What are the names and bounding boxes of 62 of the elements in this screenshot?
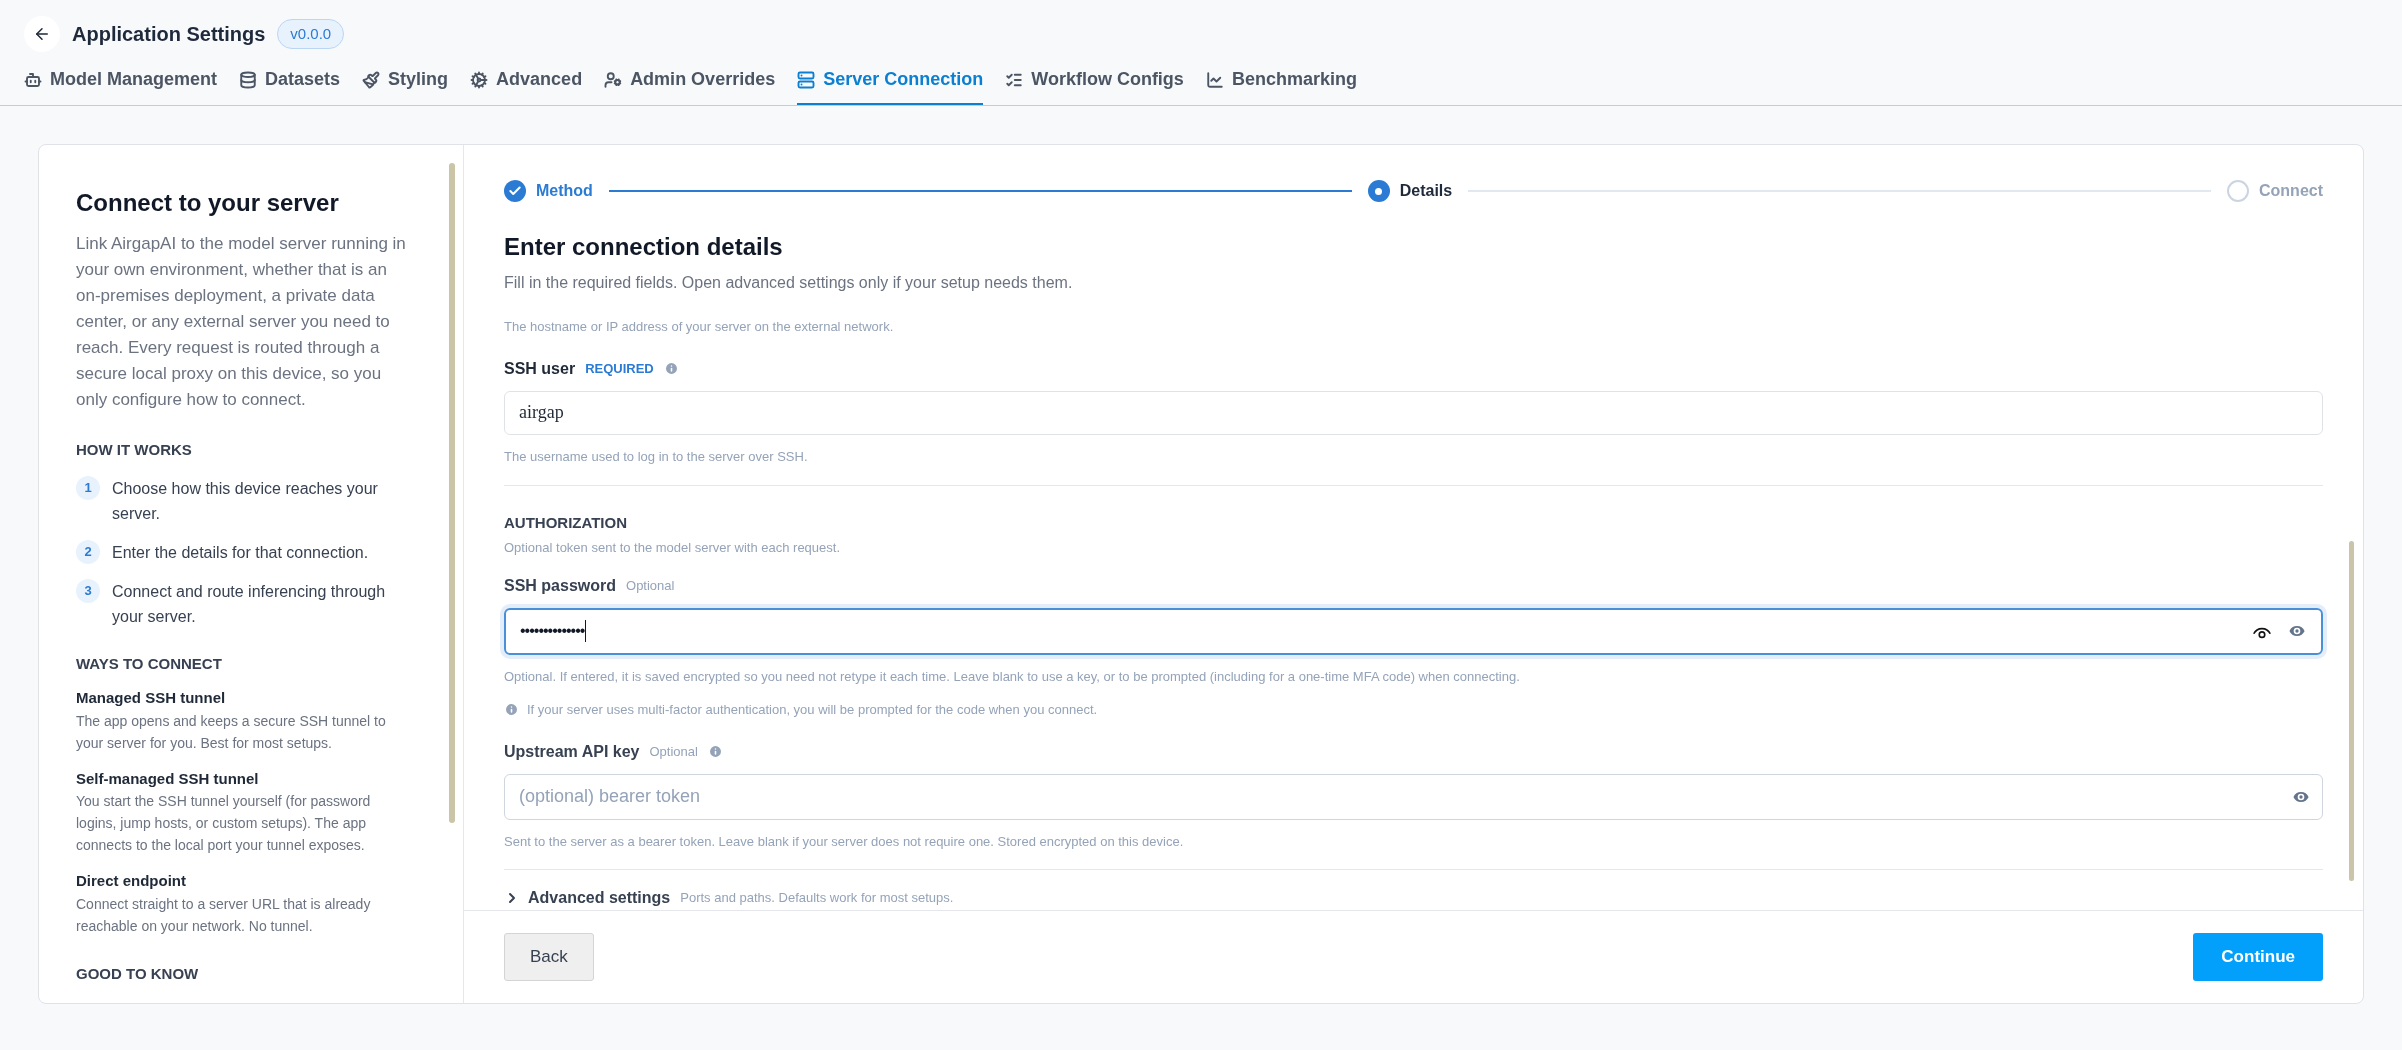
page-title: Application Settings [72, 22, 266, 47]
settings-tab[interactable]: Workflow Configs [1005, 62, 1184, 105]
section-heading: AUTHORIZATION [504, 512, 629, 533]
info-icon [707, 744, 723, 760]
stepper-label: Connect [2259, 181, 2323, 201]
form-title: Enter connection details [504, 232, 784, 262]
robot-icon [24, 70, 42, 89]
option-title: Self-managed SSH tunnel [76, 768, 260, 789]
option-description: You start the SSH tunnel yourself (for password logins, jump hosts, or custom setups). The app connects to the local port your tunnel exposes. [76, 792, 372, 855]
form-subtitle: Fill in the required fields. Open advanced settings only if your setup needs them. [504, 273, 1074, 293]
back-arrow-button[interactable] [24, 16, 60, 52]
field-label: SSH password [504, 575, 617, 596]
option-description: The app opens and keeps a secure SSH tunnel to your server for you. Best for most setups. [76, 711, 387, 753]
optional-label: Optional [626, 577, 675, 595]
field-hint: Optional. If entered, it is saved encrypted so you need not retype it each time. Leave blank to use a key, or to be prompted (including for a one-time MFA code) when connecting. [504, 667, 1521, 686]
settings-tab[interactable]: Model Management [24, 62, 218, 105]
settings-tab[interactable]: Benchmarking [1205, 62, 1357, 105]
optional-label: Optional [649, 742, 698, 761]
field-label: SSH user [504, 358, 576, 379]
step-text: Enter the details for that connection. [112, 542, 369, 563]
advanced-note: Ports and paths. Defaults work for most setups. [680, 889, 954, 908]
step-text: Choose how this device reaches your server. [112, 478, 379, 524]
section-subtitle: Optional token sent to the model server with each request. [504, 539, 842, 558]
stepper-label: Method [536, 181, 593, 201]
settings-tab[interactable]: Admin Overrides [604, 62, 776, 105]
info-icon [504, 702, 519, 718]
ssh-user-field[interactable]: airgap [504, 390, 2323, 436]
info-icon [663, 361, 679, 376]
back-button[interactable]: Back [504, 933, 594, 981]
step-number: 1 [76, 475, 100, 500]
sidebar-title: Connect to your server [76, 188, 340, 218]
api-key-field[interactable]: (optional) bearer token [504, 773, 2323, 820]
option-title: Managed SSH tunnel [76, 688, 227, 708]
version-badge: v0.0.0 [277, 18, 345, 50]
gear-icon [470, 70, 489, 89]
database-icon [239, 70, 258, 89]
line-chart-icon [1205, 70, 1224, 89]
settings-tab[interactable]: Styling [362, 62, 449, 105]
mfa-note: If your server uses multi-factor authentication, you will be prompted for the code when you connect. [527, 701, 1098, 720]
field-hint: The username used to log in to the server over SSH. [504, 448, 809, 467]
advanced-settings-toggle[interactable]: Advanced settings [504, 886, 671, 910]
stepper-label: Details [1399, 181, 1453, 201]
password-value: •••••••••••••• [520, 621, 585, 642]
section-heading: GOOD TO KNOW [76, 963, 200, 984]
field-hint: Sent to the server as a bearer token. Leave blank if your server does not require one. Stored encrypted on this device. [504, 832, 1185, 851]
settings-tab[interactable]: Advanced [470, 62, 583, 105]
settings-tab[interactable]: Server Connection [797, 62, 984, 105]
step-number: 2 [76, 539, 100, 564]
option-description: Connect straight to a server URL that is already reachable on your network. No tunnel. [76, 894, 372, 936]
user-gear-icon [604, 70, 623, 89]
option-title: Direct endpoint [76, 871, 187, 891]
brush-icon [362, 70, 381, 89]
step-text: Connect and route inferencing through your server. [112, 581, 387, 627]
section-heading: WAYS TO CONNECT [76, 653, 223, 674]
settings-tab[interactable]: Datasets [239, 62, 341, 105]
field-hint: The hostname or IP address of your server on the external network. [504, 318, 895, 336]
server-icon [797, 70, 816, 89]
step-number: 3 [76, 578, 100, 603]
field-label: Upstream API key [504, 741, 640, 762]
required-label: REQUIRED [585, 359, 654, 378]
sidebar-intro: Link AirgapAI to the model server running in your own environment, whether that is an on-premises deployment, a private data center, or any external server you need to reach. Every request is routed through a secure local proxy on this device, so you only configure how to connect. [76, 233, 407, 411]
section-heading: HOW IT WORKS [76, 440, 193, 460]
